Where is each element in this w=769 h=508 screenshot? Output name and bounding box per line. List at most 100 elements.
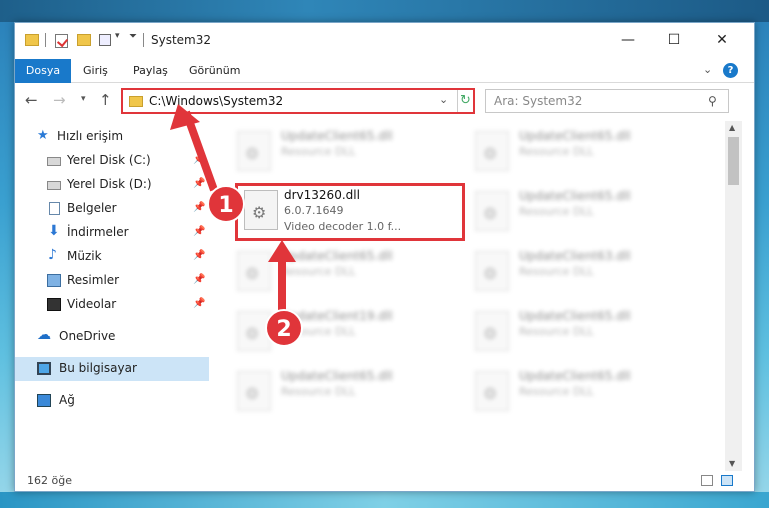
sidebar-item-quick-access[interactable]: ★ Hızlı erişim [15,125,209,149]
file-description: Resource DLL [519,205,594,218]
dll-file-icon [237,311,271,351]
expand-ribbon-icon[interactable]: ⌄ [703,63,712,76]
recent-locations-icon[interactable]: ▾ [81,94,86,104]
minimize-button[interactable]: — [605,29,651,51]
properties-check-icon[interactable] [55,34,68,48]
file-description: Resource DLL [281,145,356,158]
tab-share[interactable]: Paylaş [123,59,178,83]
file-description: Video decoder 1.0 f... [284,220,402,233]
sidebar-item-music[interactable]: ♪ Müzik 📌 [15,245,209,269]
window-title: System32 [151,33,212,47]
file-description: Resource DLL [519,325,594,338]
tab-file[interactable]: Dosya [15,59,71,83]
list-item[interactable]: UpdateClient65.dll Resource DLL [467,123,695,177]
maximize-button[interactable]: ☐ [651,29,697,51]
scroll-up-icon[interactable]: ▲ [729,123,735,132]
picture-icon [47,274,61,287]
pin-icon[interactable]: 📌 [193,250,205,261]
pin-icon[interactable]: 📌 [193,202,205,213]
file-description: Resource DLL [519,265,594,278]
pin-icon[interactable]: 📌 [193,274,205,285]
dll-file-icon [237,371,271,411]
search-icon[interactable]: ⚲ [708,94,717,108]
list-item[interactable]: UpdateClient65.dll Resource DLL [467,303,695,357]
large-icons-view-icon[interactable] [721,475,733,486]
address-bar[interactable]: C:\Windows\System32 ⌄ ↻ [121,88,475,114]
search-placeholder[interactable]: Ara: System32 [494,94,582,108]
list-item[interactable]: UpdateClient19.dll Resource DLL [229,303,457,357]
file-description: Resource DLL [281,265,356,278]
sidebar-item-pictures[interactable]: Resimler 📌 [15,269,209,293]
list-item[interactable]: UpdateClient65.dll Resource DLL [229,243,457,297]
file-description: Resource DLL [281,385,356,398]
back-arrow-icon[interactable]: ← [25,91,38,109]
sidebar-item-label: Belgeler [67,201,117,215]
highlighted-dll-file[interactable]: drv13260.dll 6.0.7.1649 Video decoder 1.… [235,183,465,241]
sidebar-item-label: Resimler [67,273,120,287]
file-version: 6.0.7.1649 [284,204,344,217]
file-description: Resource DLL [281,325,356,338]
sidebar-item-documents[interactable]: Belgeler 📌 [15,197,209,221]
navigation-pane: ★ Hızlı erişim Yerel Disk (C:) 📌 Yerel D… [15,121,209,461]
pin-icon[interactable]: 📌 [193,226,205,237]
list-item[interactable]: UpdateClient65.dll Resource DLL [467,363,695,417]
dll-file-icon [237,131,271,171]
vertical-scrollbar[interactable]: ▲ ▼ [725,121,742,471]
sidebar-item-label: Hızlı erişim [57,129,124,143]
new-folder-icon[interactable] [77,34,91,46]
sidebar-item-this-pc[interactable]: Bu bilgisayar [15,357,209,381]
customize-toolbar-icon[interactable]: ⏷ [129,31,137,42]
forward-arrow-icon[interactable]: → [53,91,66,109]
music-icon: ♪ [48,247,57,263]
dll-file-icon [237,251,271,291]
sidebar-item-disk-c[interactable]: Yerel Disk (C:) 📌 [15,149,209,173]
folder-icon[interactable] [25,34,39,46]
computer-icon [37,362,51,375]
pin-icon[interactable]: 📌 [193,154,205,165]
sidebar-item-label: Ağ [59,393,75,407]
sidebar-item-disk-d[interactable]: Yerel Disk (D:) 📌 [15,173,209,197]
rename-icon[interactable] [99,34,111,46]
sidebar-item-network[interactable]: Ağ [15,389,209,413]
file-name: UpdateClient65.dll [519,189,631,203]
file-list: UpdateClient65.dll Resource DLL UpdateCl… [209,121,725,461]
search-box[interactable]: Ara: System32 ⚲ [485,89,729,113]
chevron-down-icon[interactable]: ▾ [115,31,120,41]
scroll-thumb[interactable] [728,137,739,185]
tab-view[interactable]: Görünüm [179,59,250,83]
sidebar-item-onedrive[interactable]: ☁ OneDrive [15,325,209,349]
toolbar-separator [143,33,144,47]
file-name: UpdateClient65.dll [519,309,631,323]
dll-file-icon [475,131,509,171]
list-item[interactable]: UpdateClient63.dll Resource DLL [467,243,695,297]
close-button[interactable]: ✕ [699,29,745,51]
list-item[interactable]: UpdateClient65.dll Resource DLL [229,123,457,177]
scroll-down-icon[interactable]: ▼ [729,459,735,468]
address-dropdown-icon[interactable]: ⌄ [439,93,448,106]
sidebar-item-downloads[interactable]: ⬇ İndirmeler 📌 [15,221,209,245]
tab-home[interactable]: Giriş [73,59,118,83]
sidebar-item-label: Videolar [67,297,117,311]
address-path[interactable]: C:\Windows\System32 [149,94,283,108]
details-view-icon[interactable] [701,475,713,486]
list-item[interactable]: UpdateClient65.dll Resource DLL [229,363,457,417]
status-bar: 162 öğe [15,471,754,491]
sidebar-item-videos[interactable]: Videolar 📌 [15,293,209,317]
pin-icon[interactable]: 📌 [193,298,205,309]
up-arrow-icon[interactable]: ↑ [99,91,112,109]
file-name: UpdateClient65.dll [281,249,393,263]
sidebar-item-label: Yerel Disk (C:) [67,153,151,167]
dll-file-icon [475,191,509,231]
file-name: UpdateClient65.dll [281,129,393,143]
pin-icon[interactable]: 📌 [193,178,205,189]
sidebar-item-label: Bu bilgisayar [59,361,137,375]
disk-icon [47,157,61,166]
desktop-background-top [0,0,769,22]
file-description: Resource DLL [519,145,594,158]
dll-file-icon [475,311,509,351]
help-icon[interactable]: ? [723,63,738,78]
list-item[interactable]: UpdateClient65.dll Resource DLL [467,183,695,237]
dll-file-icon [475,371,509,411]
disk-icon [47,181,61,190]
refresh-icon[interactable]: ↻ [457,90,473,112]
